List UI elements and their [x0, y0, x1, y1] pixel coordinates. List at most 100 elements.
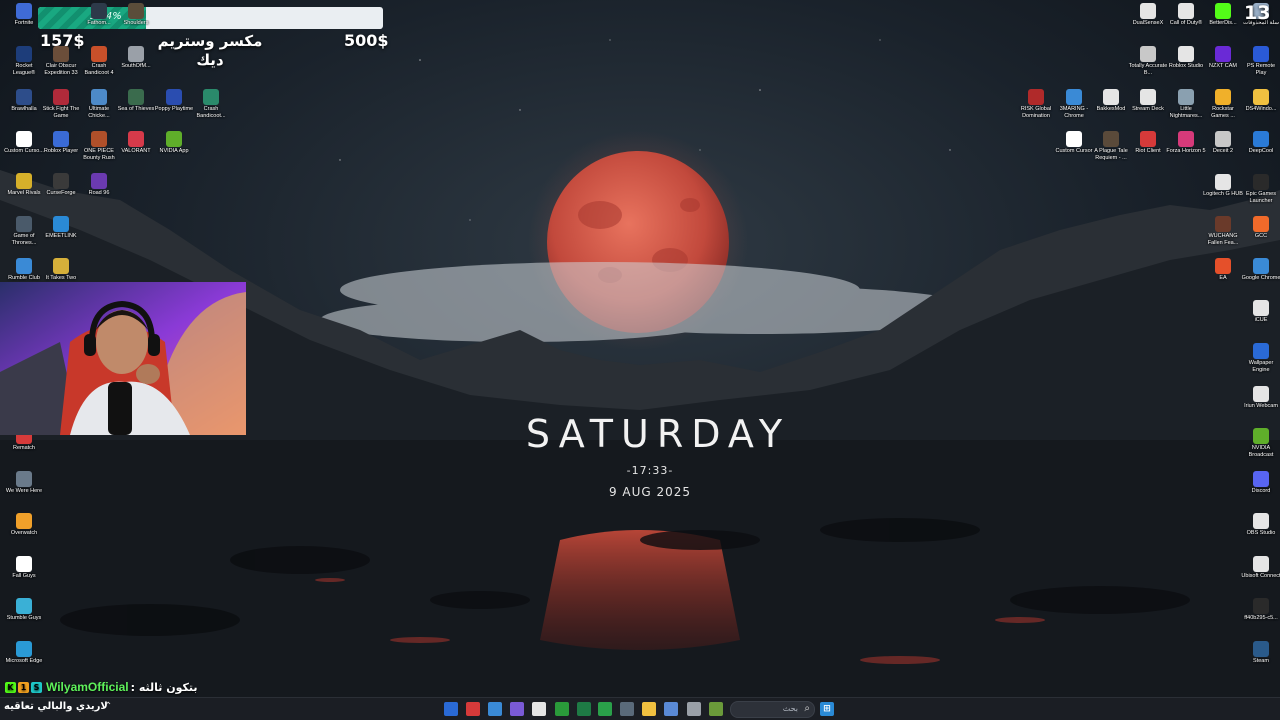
- desktop-icon-right[interactable]: A Plague Tale Requiem - ...: [1091, 131, 1131, 162]
- desktop-icon-left[interactable]: Ultimate Chicke...: [79, 89, 119, 120]
- desktop-icon-label: Totally Accurate B...: [1128, 63, 1168, 76]
- game-icon: [53, 89, 69, 105]
- window-icon[interactable]: [687, 702, 701, 716]
- top-right-counter: 13: [1244, 2, 1271, 24]
- desktop-icon-left[interactable]: CurseForge: [41, 173, 81, 197]
- desktop-icon-label: Discord: [1251, 488, 1271, 494]
- desktop-icon-right[interactable]: Roblox Studio: [1166, 46, 1206, 70]
- desktop-icon-left[interactable]: Poppy Playtime: [154, 89, 194, 113]
- desktop-icon-left[interactable]: Overwatch: [4, 513, 44, 537]
- desktop-icon-left[interactable]: Marvel Rivals: [4, 173, 44, 197]
- excel-icon[interactable]: [577, 702, 591, 716]
- desktop-icon-right[interactable]: 3MARING - Chrome: [1054, 89, 1094, 120]
- desktop-icon-left[interactable]: It Takes Two: [41, 258, 81, 282]
- desktop-icon-label: DS4Windo...: [1245, 106, 1277, 112]
- desktop-icon-right[interactable]: BetterDis...: [1203, 3, 1243, 27]
- desktop-icon-right[interactable]: PS Remote Play: [1241, 46, 1280, 77]
- target-amount: 500$: [344, 31, 389, 50]
- kick-badge-icon: K: [5, 681, 16, 693]
- desktop-icon-right[interactable]: Rockstar Games ...: [1203, 89, 1243, 120]
- desktop-icon-left[interactable]: Clair Obscur Expedition 33: [41, 46, 81, 77]
- widgets-icon[interactable]: [444, 702, 458, 716]
- desktop-icon-left[interactable]: Fathom...: [79, 3, 119, 27]
- desktop-icon-right[interactable]: Wallpaper Engine: [1241, 343, 1280, 374]
- desktop-icon-right[interactable]: OBS Studio: [1241, 513, 1280, 537]
- desktop-icon-right[interactable]: Discord: [1241, 471, 1280, 495]
- desktop-icon-right[interactable]: Steam: [1241, 641, 1280, 665]
- cursor-icon: [1066, 131, 1082, 147]
- desktop-icon-left[interactable]: VALORANT: [116, 131, 156, 155]
- desktop-icon-label: Iriun Webcam: [1244, 403, 1278, 409]
- desktop-icon-label: Poppy Playtime: [154, 106, 194, 112]
- desktop-icon-label: Ultimate Chicke...: [88, 106, 110, 119]
- desktop-icon-right[interactable]: BakkesMod: [1091, 89, 1131, 113]
- desktop-icon-right[interactable]: Totally Accurate B...: [1128, 46, 1168, 77]
- start-button-icon[interactable]: ⊞: [820, 702, 834, 716]
- desktop-icon-right[interactable]: WUCHANG Fallen Fea...: [1203, 216, 1243, 247]
- desktop-icon-left[interactable]: SouthOfM...: [116, 46, 156, 70]
- desktop-icon-right[interactable]: GCC: [1241, 216, 1280, 240]
- desktop-icon-right[interactable]: Forza Horizon 5: [1166, 131, 1206, 155]
- capcut-icon[interactable]: [532, 702, 546, 716]
- desktop-icon-right[interactable]: EA: [1203, 258, 1243, 282]
- desktop-icon-right[interactable]: Epic Games Launcher: [1241, 174, 1280, 205]
- desktop-icon-right[interactable]: Little Nightmares...: [1166, 89, 1206, 120]
- desktop-icon-left[interactable]: Brawlhalla: [4, 89, 44, 113]
- desktop-icon-right[interactable]: ff40b295-c5...: [1241, 598, 1280, 622]
- game-icon: [16, 258, 32, 274]
- desktop-icon-left[interactable]: EMEETLINK: [41, 216, 81, 240]
- desktop-icon-left[interactable]: We Were Here: [4, 471, 44, 495]
- desktop-icon-right[interactable]: RISK Global Domination: [1016, 89, 1056, 120]
- desktop-icon-right[interactable]: DS4Windo...: [1241, 89, 1280, 113]
- desktop-icon-right[interactable]: DualSenseX: [1128, 3, 1168, 27]
- folder-icon: [1253, 89, 1269, 105]
- desktop-icon-right[interactable]: DeepCool: [1241, 131, 1280, 155]
- desktop-icon-left[interactable]: NVIDIA App: [154, 131, 194, 155]
- desktop-icon-left[interactable]: Microsoft Edge: [4, 641, 44, 665]
- desktop-icon-right[interactable]: NVIDIA Broadcast: [1241, 428, 1280, 459]
- news-icon[interactable]: [709, 702, 723, 716]
- desktop-icon-right[interactable]: Ubisoft Connect: [1241, 556, 1280, 580]
- browser-icon[interactable]: [510, 702, 524, 716]
- calculator-icon[interactable]: [620, 702, 634, 716]
- desktop-icon-label: EA: [1219, 275, 1227, 281]
- desktop-icon-right[interactable]: Stream Deck: [1128, 89, 1168, 113]
- desktop-icon-left[interactable]: Fall Guys: [4, 556, 44, 580]
- desktop-icon-right[interactable]: Call of Duty®: [1166, 3, 1206, 27]
- desktop-icon-left[interactable]: Stumble Guys: [4, 598, 44, 622]
- desktop-icon-right[interactable]: Iriun Webcam: [1241, 386, 1280, 410]
- desktop-icon-left[interactable]: Custom Curso...: [4, 131, 44, 155]
- desktop-icon-left[interactable]: Roblox Player: [41, 131, 81, 155]
- desktop-icon-right[interactable]: Custom Cursor: [1054, 131, 1094, 155]
- tray-overflow-icon[interactable]: ⌃: [104, 701, 112, 712]
- desktop-icon-left[interactable]: Fortnite: [4, 3, 44, 27]
- ticker-text: لاريدي والبالي تعاقيه: [4, 701, 108, 712]
- desktop-icon-right[interactable]: Google Chrome: [1241, 258, 1280, 282]
- copilot-icon[interactable]: [664, 702, 678, 716]
- desktop-icon-left[interactable]: Crash Bandicoot...: [191, 89, 231, 120]
- xbox-icon[interactable]: [555, 702, 569, 716]
- desktop-icon-left[interactable]: Sea of Thieves: [116, 89, 156, 113]
- desktop-icon-right[interactable]: Deceit 2: [1203, 131, 1243, 155]
- desktop-icon-left[interactable]: Shoulders: [116, 3, 156, 27]
- desktop-icon-left[interactable]: Crash Bandicoot 4: [79, 46, 119, 77]
- desktop-icon-right[interactable]: iCUE: [1241, 300, 1280, 324]
- explorer-icon[interactable]: [642, 702, 656, 716]
- game-icon: [53, 46, 69, 62]
- chrome-icon[interactable]: [488, 702, 502, 716]
- desktop-icon-left[interactable]: Rumble Club: [4, 258, 44, 282]
- desktop-icon-left[interactable]: Stick Fight The Game: [41, 89, 81, 120]
- desktop-icon-left[interactable]: Road 96: [79, 173, 119, 197]
- play-icon[interactable]: [598, 702, 612, 716]
- desktop-icon-right[interactable]: Riot Client: [1128, 131, 1168, 155]
- cursor-icon: [16, 131, 32, 147]
- desktop-icon-right[interactable]: Logitech G HUB: [1203, 174, 1243, 198]
- desktop-icon-left[interactable]: Rocket League®: [4, 46, 44, 77]
- game-icon: [128, 3, 144, 19]
- desktop-icon-label: DualSenseX: [1132, 20, 1164, 26]
- desktop-icon-left[interactable]: ONE PIECE Bounty Rush: [79, 131, 119, 162]
- desktop-icon-right[interactable]: NZXT CAM: [1203, 46, 1243, 70]
- desktop-icon-left[interactable]: Game of Thrones...: [4, 216, 44, 247]
- riot-icon[interactable]: [466, 702, 480, 716]
- taskbar-search[interactable]: بحث ⌕: [730, 701, 815, 718]
